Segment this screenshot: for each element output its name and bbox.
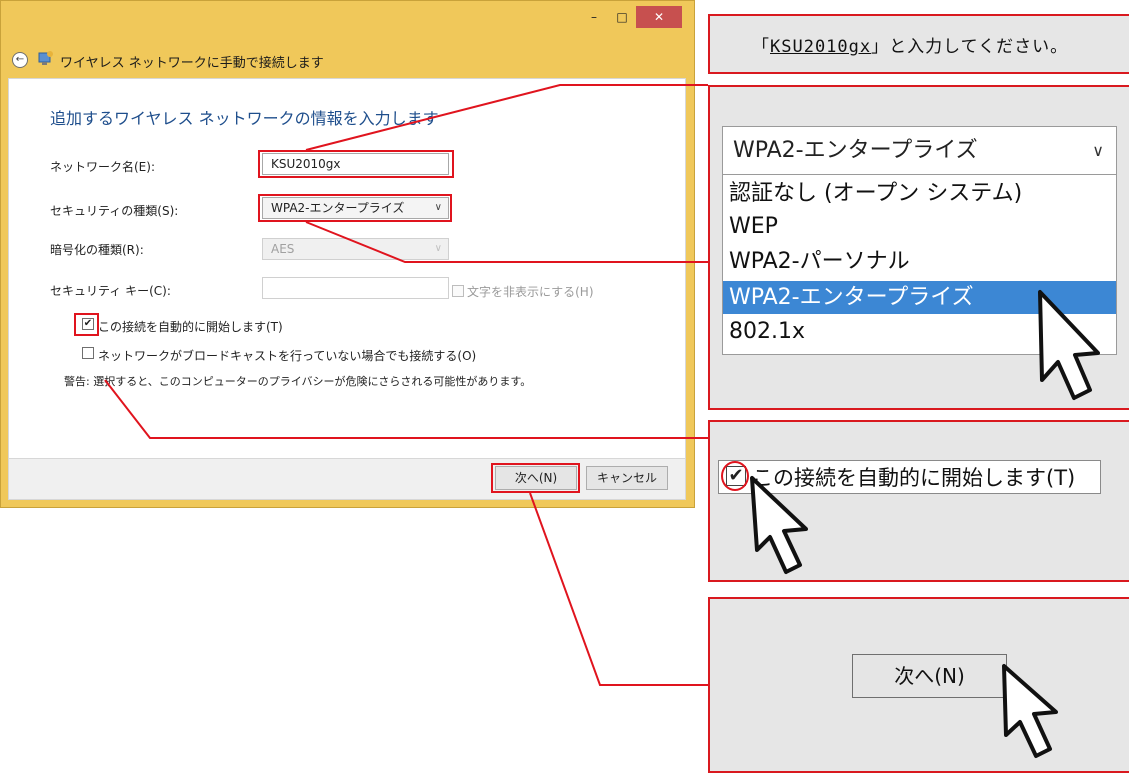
connector-auto-connect: [104, 379, 708, 439]
mouse-pointer-icon: [750, 476, 808, 574]
mouse-pointer-icon: [1038, 290, 1100, 400]
mouse-pointer-icon: [1002, 664, 1058, 758]
connector-next-button: [529, 492, 708, 686]
connector-network-name: [305, 84, 708, 151]
connector-lines: [104, 84, 1100, 758]
connector-security-type: [305, 221, 708, 263]
